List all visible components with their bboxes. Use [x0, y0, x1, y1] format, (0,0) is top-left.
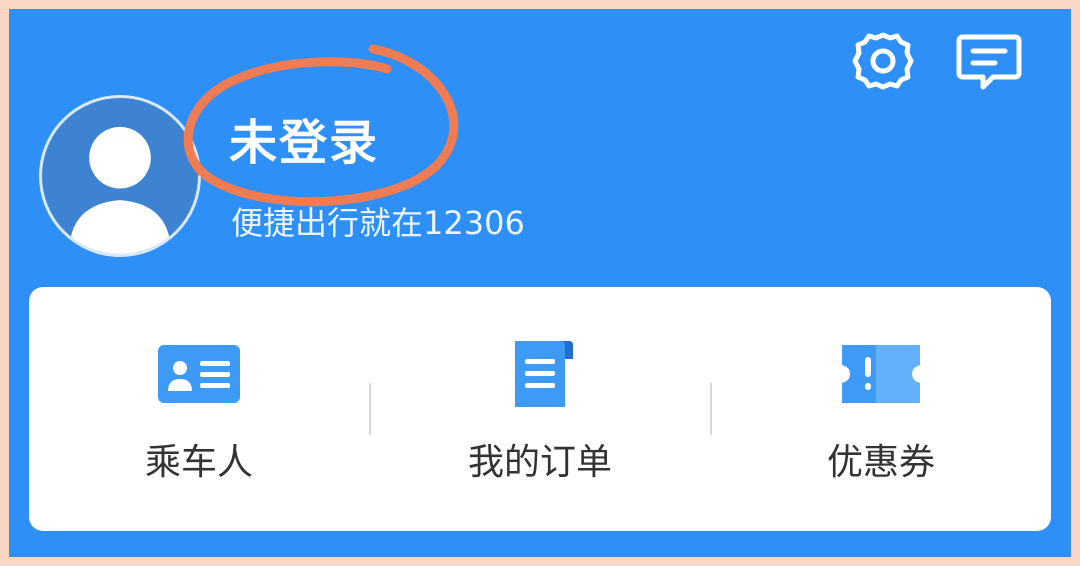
gear-icon[interactable]: [849, 29, 917, 93]
quick-entry-card: 乘车人 我的订单 优惠券: [29, 287, 1051, 531]
my-orders-entry[interactable]: 我的订单: [370, 287, 710, 531]
order-document-icon: [515, 341, 573, 407]
message-icon[interactable]: [955, 29, 1023, 93]
coupon-ticket-icon: [842, 345, 920, 403]
avatar[interactable]: [39, 95, 201, 257]
coupon-entry[interactable]: 优惠券: [711, 287, 1051, 531]
coupon-label: 优惠券: [826, 442, 935, 483]
passenger-card-icon: [158, 345, 240, 403]
passenger-entry[interactable]: 乘车人: [29, 287, 369, 531]
login-status-title[interactable]: 未登录: [229, 113, 379, 173]
passenger-label: 乘车人: [144, 442, 253, 483]
slogan-text: 便捷出行就在12306: [231, 204, 525, 242]
profile-header: 未登录 便捷出行就在12306 乘车人 我的订单 优惠券: [9, 9, 1071, 557]
user-avatar-icon: [68, 126, 172, 254]
my-orders-label: 我的订单: [467, 442, 612, 483]
